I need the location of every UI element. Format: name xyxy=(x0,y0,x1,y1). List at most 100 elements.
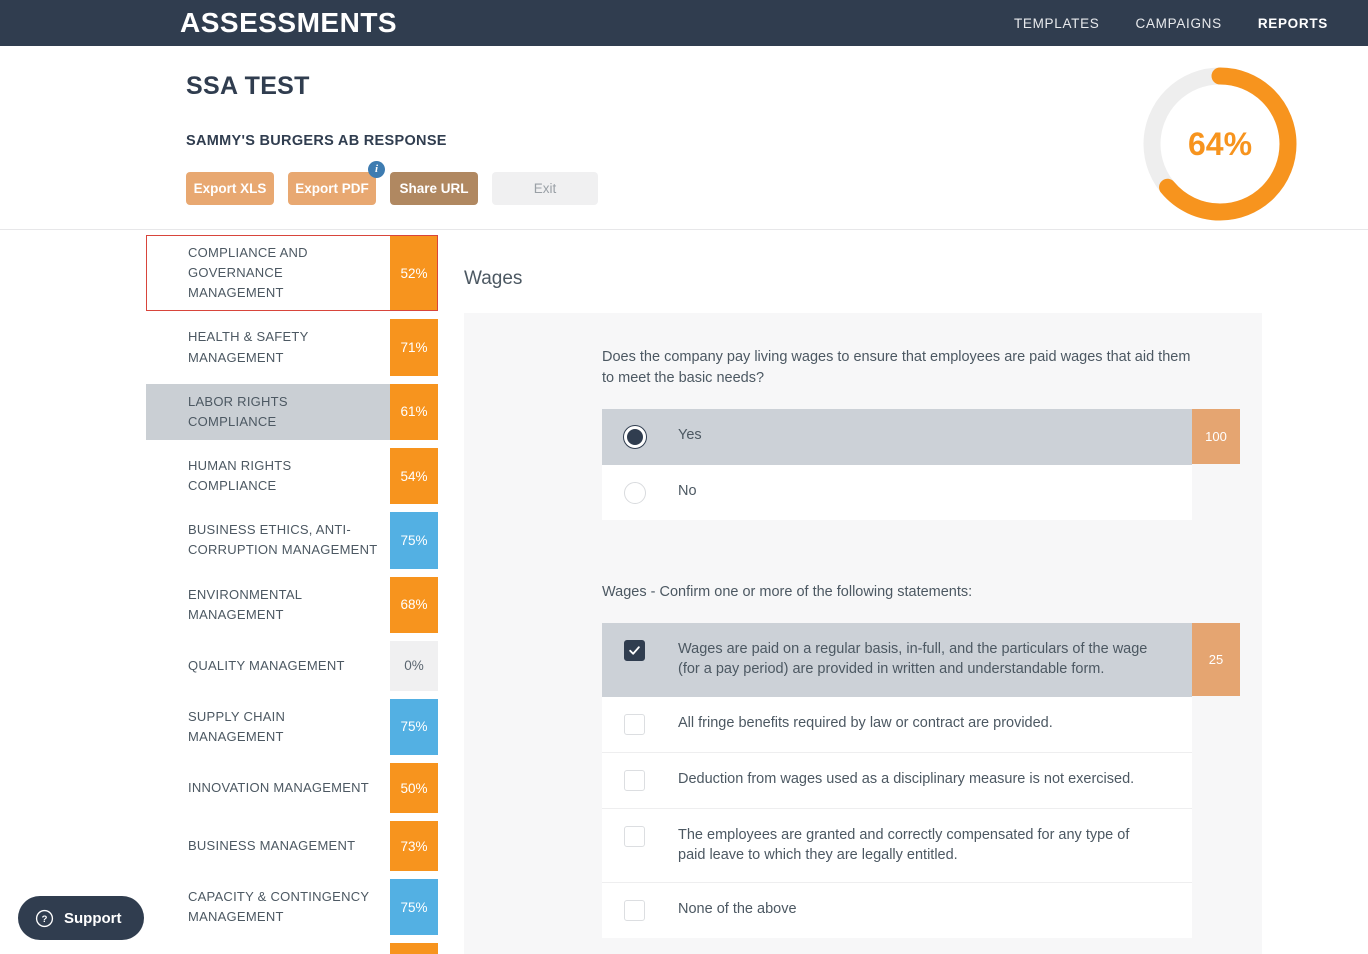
option-row[interactable]: Wages are paid on a regular basis, in-fu… xyxy=(602,622,1240,697)
sidebar-item-9[interactable]: BUSINESS MANAGEMENT 73% xyxy=(146,821,438,872)
nav-item-campaigns[interactable]: CAMPAIGNS xyxy=(1136,16,1222,31)
radio-button[interactable] xyxy=(624,425,646,448)
sidebar-item-score: 61% xyxy=(390,383,438,440)
question-block: Wages - Confirm one or more of the follo… xyxy=(464,582,1262,938)
checkbox[interactable] xyxy=(624,713,645,735)
checkbox-checked-icon[interactable] xyxy=(624,639,646,662)
question-mark-circle-icon: ? xyxy=(35,909,54,927)
radio-selected-icon[interactable] xyxy=(624,425,646,448)
export-pdf-button-wrapper: Export PDF i xyxy=(288,161,385,205)
sidebar-item-5[interactable]: ENVIRONMENTAL MANAGEMENT 68% xyxy=(146,576,438,633)
sidebar-item-score: 75% xyxy=(390,698,438,756)
question-block: Does the company pay living wages to ens… xyxy=(464,347,1262,520)
checkbox[interactable] xyxy=(624,899,645,921)
sidebar-item-score: 75% xyxy=(390,512,438,569)
export-pdf-button[interactable]: Export PDF xyxy=(288,172,376,205)
page-title: SSA TEST xyxy=(186,72,310,100)
question-text: Does the company pay living wages to ens… xyxy=(602,349,1191,386)
options-wrapper: Wages are paid on a regular basis, in-fu… xyxy=(602,622,1240,938)
checkbox-unchecked-icon[interactable] xyxy=(624,713,646,736)
support-button[interactable]: ? Support xyxy=(18,896,144,940)
option-score-badge: 25 xyxy=(1192,622,1240,696)
sidebar-item-11[interactable]: PRODUCT MANAGEMENT & TRACEABILITY71% xyxy=(146,943,438,954)
sidebar-item-label: QUALITY MANAGEMENT xyxy=(146,640,390,691)
radio-button[interactable] xyxy=(624,481,646,504)
sidebar-item-2[interactable]: LABOR RIGHTS COMPLIANCE 61% xyxy=(146,383,438,440)
app-logo: ASSESSMENTS xyxy=(180,7,398,38)
main-nav: TEMPLATES CAMPAIGNS REPORTS xyxy=(1014,16,1328,31)
gauge-value-label: 64% xyxy=(1187,125,1253,162)
exit-button[interactable]: Exit xyxy=(492,172,598,205)
option-row[interactable]: Yes 100 xyxy=(602,408,1240,465)
section-title: Wages xyxy=(464,268,523,289)
sidebar-item-label: PRODUCT MANAGEMENT & TRACEABILITY xyxy=(146,943,390,954)
radio-unselected-icon[interactable] xyxy=(624,481,646,504)
sidebar-item-score: 75% xyxy=(390,879,438,936)
option-label: Wages are paid on a regular basis, in-fu… xyxy=(678,640,1148,678)
nav-item-templates[interactable]: TEMPLATES xyxy=(1014,16,1100,31)
category-sidebar[interactable]: COMPLIANCE AND GOVERNANCE MANAGEMENT 52% H… xyxy=(146,230,438,954)
main-content: Wages Does the company pay living wages … xyxy=(438,230,1368,954)
sidebar-item-label: CAPACITY & CONTINGENCY MANAGEMENT xyxy=(146,879,390,936)
sidebar-item-score: 71% xyxy=(390,943,438,954)
sidebar-item-label: SUPPLY CHAIN MANAGEMENT xyxy=(146,698,390,756)
sidebar-item-score: 54% xyxy=(390,447,438,505)
options-list: Yes 100 No xyxy=(602,408,1262,520)
svg-text:?: ? xyxy=(42,914,48,925)
question-text: Wages - Confirm one or more of the follo… xyxy=(602,583,973,600)
sidebar-item-0[interactable]: COMPLIANCE AND GOVERNANCE MANAGEMENT 52% xyxy=(146,235,438,312)
sidebar-item-6[interactable]: QUALITY MANAGEMENT 0% xyxy=(146,640,438,691)
sidebar-item-score: 50% xyxy=(390,763,438,814)
sidebar-item-score: 52% xyxy=(390,235,438,312)
option-label: The employees are granted and correctly … xyxy=(678,826,1130,864)
share-url-button[interactable]: Share URL xyxy=(390,172,478,205)
overall-score-gauge: 64% xyxy=(1136,60,1304,228)
sidebar-item-label: INNOVATION MANAGEMENT xyxy=(146,763,390,814)
option-row[interactable]: The employees are granted and correctly … xyxy=(602,808,1192,883)
sidebar-item-label: LABOR RIGHTS COMPLIANCE xyxy=(146,383,390,440)
option-row[interactable]: No xyxy=(602,464,1192,520)
sidebar-item-label: HUMAN RIGHTS COMPLIANCE xyxy=(146,447,390,505)
info-icon[interactable]: i xyxy=(368,161,385,178)
option-row[interactable]: All fringe benefits required by law or c… xyxy=(602,696,1192,753)
checkbox[interactable] xyxy=(624,769,645,791)
sidebar-item-score: 73% xyxy=(390,821,438,872)
header-action-buttons: Export XLS Export PDF i Share URL Exit xyxy=(186,161,598,205)
check-icon xyxy=(629,645,640,655)
option-label: No xyxy=(678,482,697,499)
export-xls-button[interactable]: Export XLS xyxy=(186,172,274,205)
sidebar-item-label: ENVIRONMENTAL MANAGEMENT xyxy=(146,576,390,633)
sidebar-item-label: BUSINESS ETHICS, ANTI-CORRUPTION MANAGEM… xyxy=(146,512,390,569)
checkbox-unchecked-icon[interactable] xyxy=(624,769,646,792)
sidebar-item-1[interactable]: HEALTH & SAFETY MANAGEMENT 71% xyxy=(146,319,438,376)
page-header: SSA TEST SAMMY'S BURGERS AB RESPONSE Exp… xyxy=(0,46,1368,230)
checkbox[interactable] xyxy=(624,825,645,847)
options-list: Wages are paid on a regular basis, in-fu… xyxy=(602,622,1262,938)
option-label: Deduction from wages used as a disciplin… xyxy=(678,770,1135,787)
questions-panel: Does the company pay living wages to ens… xyxy=(464,313,1262,954)
sidebar-item-label: BUSINESS MANAGEMENT xyxy=(146,821,390,872)
sidebar-item-score: 68% xyxy=(390,576,438,633)
checkbox-unchecked-icon[interactable] xyxy=(624,825,646,848)
page-body: COMPLIANCE AND GOVERNANCE MANAGEMENT 52% H… xyxy=(0,230,1368,954)
top-navigation-bar: ASSESSMENTS TEMPLATES CAMPAIGNS REPORTS xyxy=(0,0,1368,46)
sidebar-item-4[interactable]: BUSINESS ETHICS, ANTI-CORRUPTION MANAGEM… xyxy=(146,512,438,569)
checkbox[interactable] xyxy=(624,639,645,661)
sidebar-item-8[interactable]: INNOVATION MANAGEMENT 50% xyxy=(146,763,438,814)
option-label: All fringe benefits required by law or c… xyxy=(678,714,1053,731)
option-row[interactable]: None of the above xyxy=(602,882,1192,938)
sidebar-item-label: COMPLIANCE AND GOVERNANCE MANAGEMENT xyxy=(146,235,390,312)
sidebar-item-7[interactable]: SUPPLY CHAIN MANAGEMENT 75% xyxy=(146,698,438,756)
option-label: None of the above xyxy=(678,900,797,917)
option-label: Yes xyxy=(678,426,702,443)
option-row[interactable]: Deduction from wages used as a disciplin… xyxy=(602,752,1192,809)
sidebar-item-label: HEALTH & SAFETY MANAGEMENT xyxy=(146,319,390,376)
sidebar-item-score: 71% xyxy=(390,319,438,376)
checkbox-unchecked-icon[interactable] xyxy=(624,899,646,922)
support-label: Support xyxy=(64,909,122,927)
sidebar-item-score: 0% xyxy=(390,640,438,691)
sidebar-item-3[interactable]: HUMAN RIGHTS COMPLIANCE 54% xyxy=(146,447,438,505)
nav-item-reports[interactable]: REPORTS xyxy=(1258,16,1328,31)
sidebar-item-10[interactable]: CAPACITY & CONTINGENCY MANAGEMENT 75% xyxy=(146,879,438,936)
page-subtitle: SAMMY'S BURGERS AB RESPONSE xyxy=(186,133,447,149)
